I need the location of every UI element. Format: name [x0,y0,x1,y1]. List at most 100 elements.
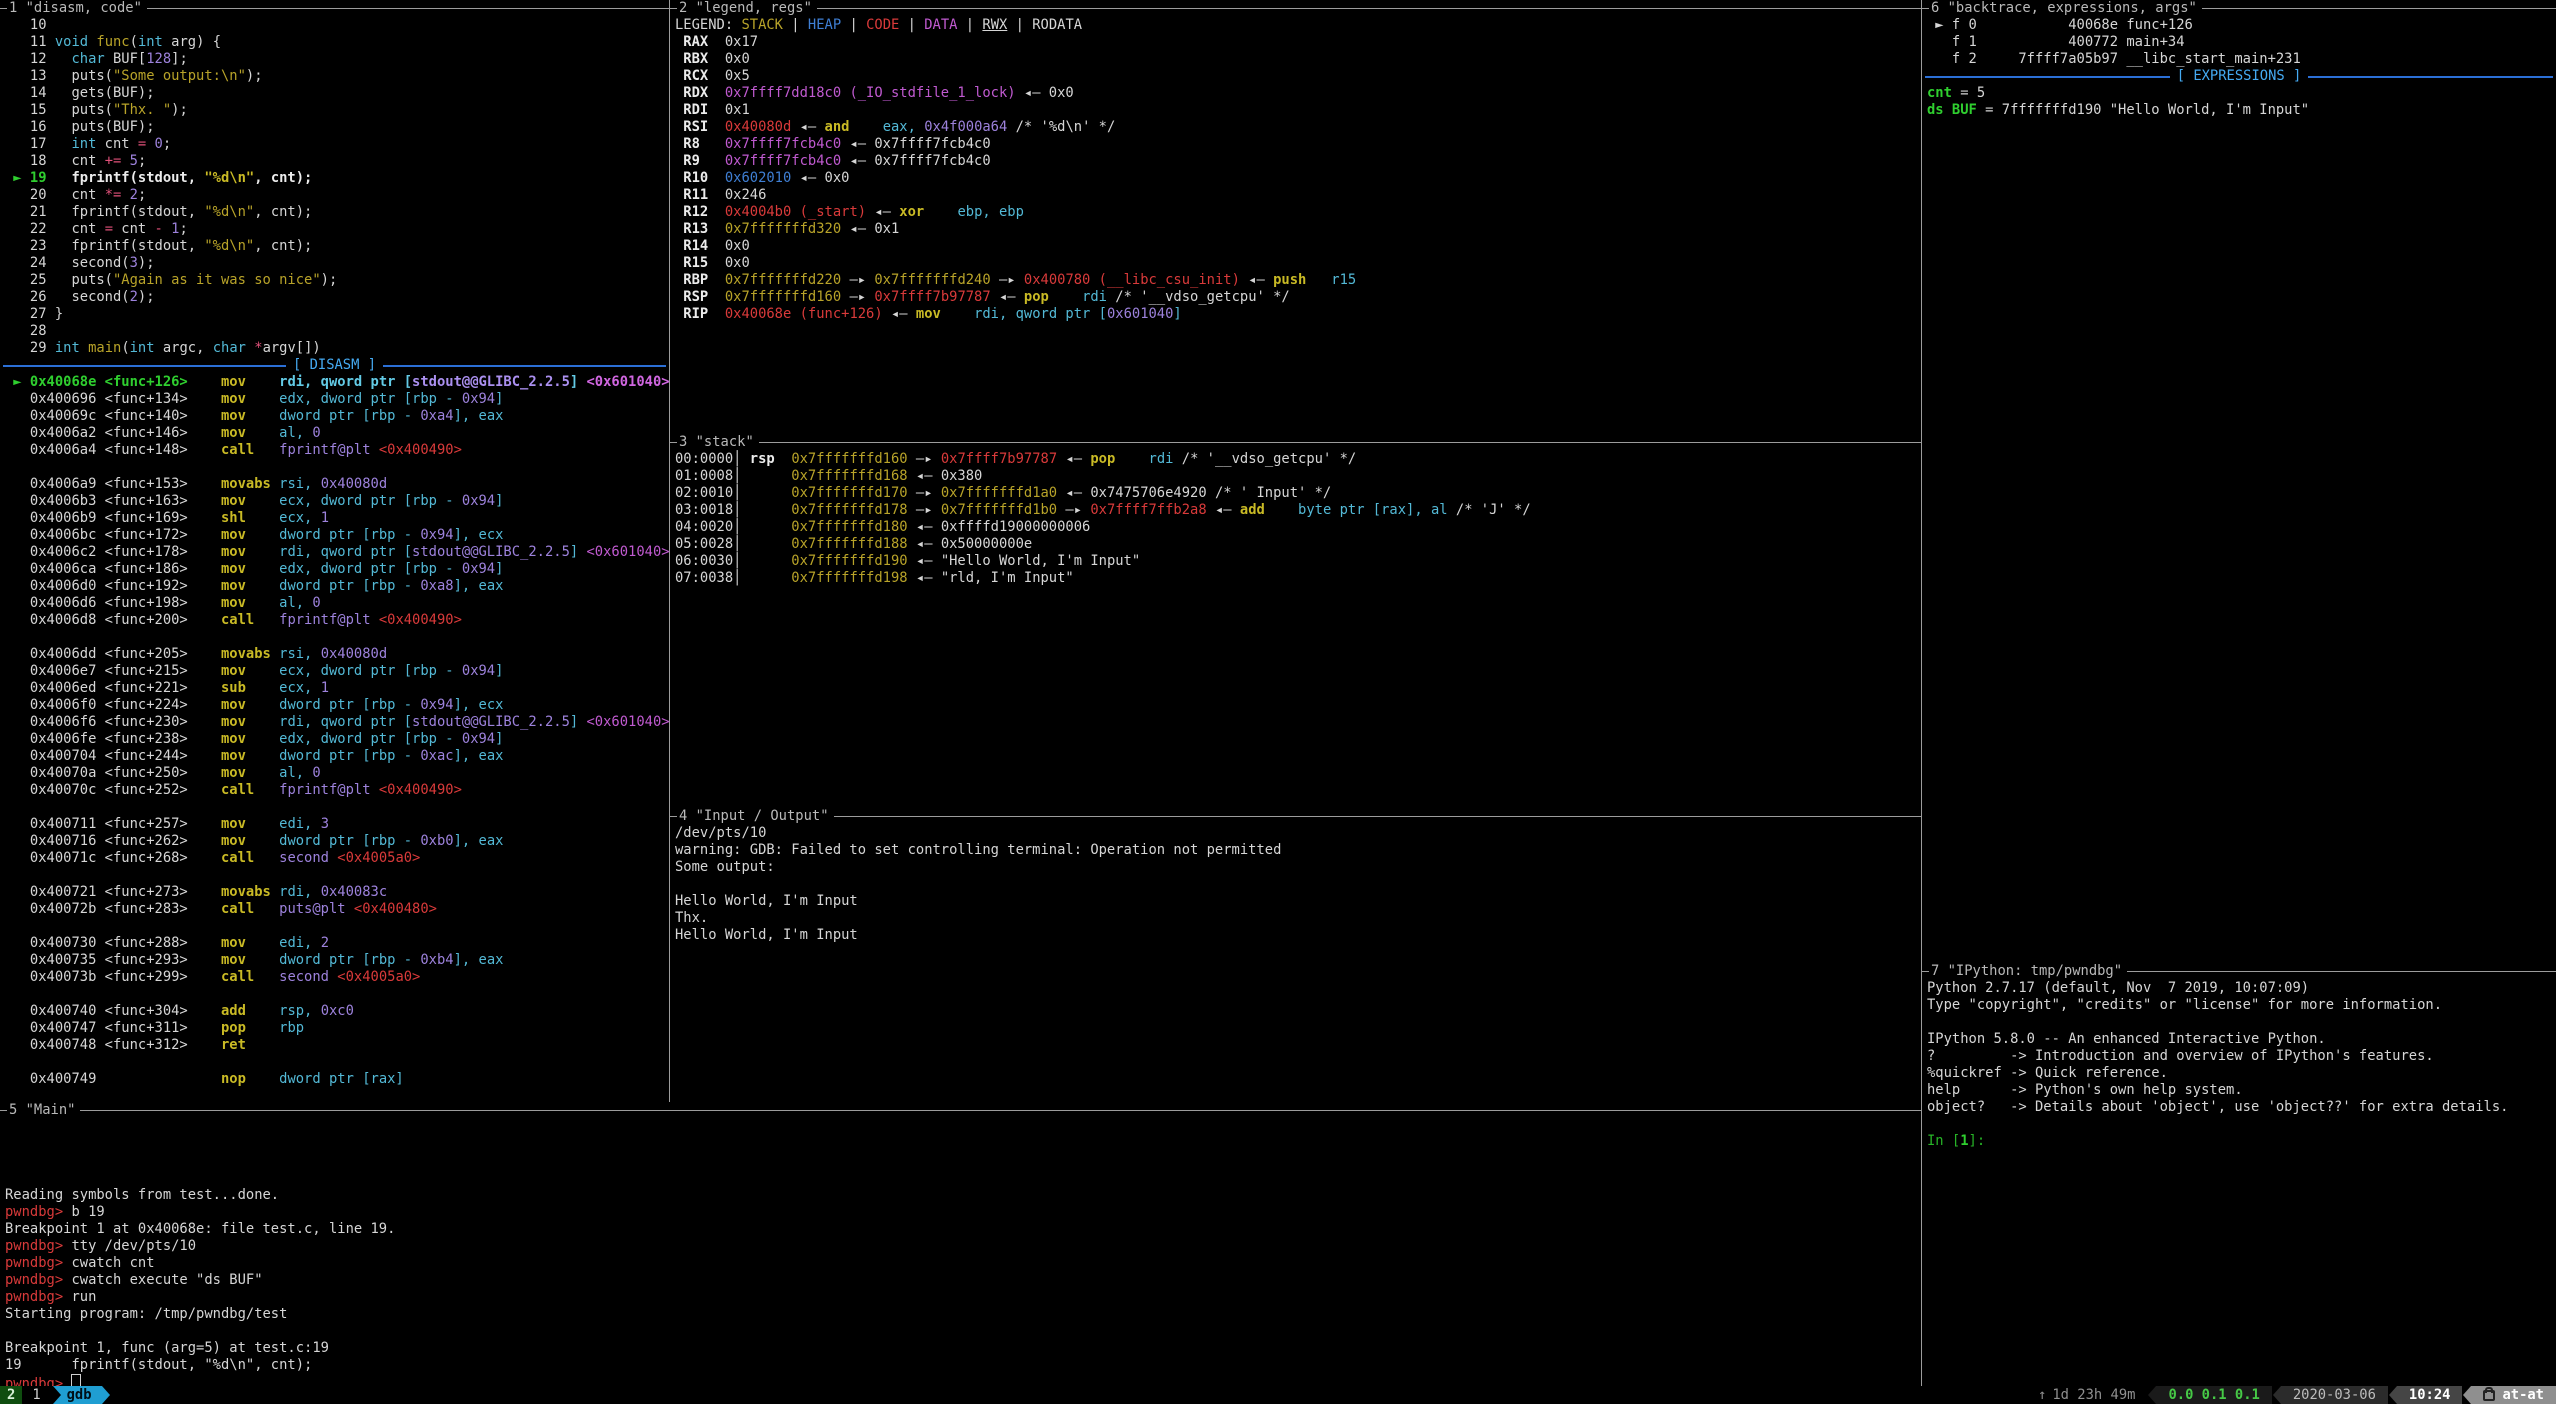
terminal-line: 0x4006b3 <func+163> mov ecx, dword ptr [… [5,493,669,510]
terminal-line: help -> Python's own help system. [1927,1082,2556,1099]
window-index[interactable]: 1 [22,1386,44,1404]
terminal-line [1927,1014,2556,1031]
terminal-line: R13 0x7fffffffd320 ◂— 0x1 [675,221,1921,238]
terminal-line [5,1170,1921,1187]
terminal-line [5,1153,1921,1170]
terminal-line: Reading symbols from test...done. [5,1187,1921,1204]
terminal-line: 05:0028│ 0x7fffffffd188 ◂— 0x50000000e [675,536,1921,553]
terminal-line: 0x4006bc <func+172> mov dword ptr [rbp -… [5,527,669,544]
terminal-line: 0x400735 <func+293> mov dword ptr [rbp -… [5,952,669,969]
terminal-line: RBP 0x7fffffffd220 —▸ 0x7fffffffd240 —▸ … [675,272,1921,289]
terminal-line: ds BUF = 7fffffffd190 "Hello World, I'm … [1927,102,2556,119]
expressions-section-label: [ EXPRESSIONS ] [2170,68,2309,85]
ipython-console: Python 2.7.17 (default, Nov 7 2019, 10:0… [1922,980,2556,1150]
terminal-line: warning: GDB: Failed to set controlling … [675,842,1921,859]
terminal-line [675,876,1921,893]
pane-title-label: 1 "disasm, code" [7,0,147,16]
hostname: at-at [2502,1386,2544,1404]
terminal-line: 01:0008│ 0x7fffffffd168 ◂— 0x380 [675,468,1921,485]
terminal-line: f 1 400772 main+34 [1927,34,2556,51]
pane-title-disasm-code: 1 "disasm, code" [0,0,669,17]
up-arrow-icon: ↑ [2038,1386,2046,1404]
terminal-line: 0x4006f0 <func+224> mov dword ptr [rbp -… [5,697,669,714]
backtrace-frames: ► f 0 40068e func+126 f 1 400772 main+34… [1922,17,2556,68]
terminal-line: 0x400711 <func+257> mov edi, 3 [5,816,669,833]
terminal-line: In [1]: [1927,1133,2556,1150]
terminal-line [5,1054,669,1071]
terminal-line: R9 0x7ffff7fcb4c0 ◂— 0x7ffff7fcb4c0 [675,153,1921,170]
pane-title-label: 6 "backtrace, expressions, args" [1929,0,2202,16]
pane-input-output[interactable]: 4 "Input / Output" /dev/pts/10warning: G… [670,808,1921,1102]
pane-divider-right[interactable] [1921,0,1922,1386]
terminal-line: 0x4006a9 <func+153> movabs rsi, 0x40080d [5,476,669,493]
terminal-line [5,459,669,476]
terminal-line: 28 [5,323,669,340]
pane-divider-left[interactable] [669,0,670,1102]
terminal-line: 12 char BUF[128]; [5,51,669,68]
terminal-line: 0x40069c <func+140> mov dword ptr [rbp -… [5,408,669,425]
terminal-line: 10 [5,17,669,34]
terminal-line: pwndbg> tty /dev/pts/10 [5,1238,1921,1255]
terminal-line: 11 void func(int arg) { [5,34,669,51]
pane-backtrace-expressions[interactable]: 6 "backtrace, expressions, args" ► f 0 4… [1922,0,2556,963]
terminal-line: 03:0018│ 0x7fffffffd178 —▸ 0x7fffffffd1b… [675,502,1921,519]
terminal-line: 0x4006ed <func+221> sub ecx, 1 [5,680,669,697]
terminal-line: 0x400696 <func+134> mov edx, dword ptr [… [5,391,669,408]
terminal-line: 0x40071c <func+268> call second <0x4005a… [5,850,669,867]
terminal-line: RDX 0x7ffff7dd18c0 (_IO_stdfile_1_lock) … [675,85,1921,102]
uptime-segment: ↑ 1d 23h 49m [2026,1386,2147,1404]
lock-icon [2483,1390,2495,1401]
session-badge[interactable]: 2 [0,1386,22,1404]
terminal-line: RBX 0x0 [675,51,1921,68]
terminal-line [5,867,669,884]
terminal-line [5,1323,1921,1340]
terminal-line: LEGEND: STACK | HEAP | CODE | DATA | RWX… [675,17,1921,34]
pane-title-stack: 3 "stack" [670,434,1921,451]
terminal-line [5,1136,1921,1153]
terminal-line: 16 puts(BUF); [5,119,669,136]
terminal-line: 0x40070c <func+252> call fprintf@plt <0x… [5,782,669,799]
terminal-line: R15 0x0 [675,255,1921,272]
watch-expressions: cnt = 5ds BUF = 7fffffffd190 "Hello Worl… [1922,85,2556,119]
terminal-line: RAX 0x17 [675,34,1921,51]
terminal-line: 0x4006d6 <func+198> mov al, 0 [5,595,669,612]
pane-disasm-code[interactable]: 1 "disasm, code" 10 11 void func(int arg… [0,0,669,1102]
pane-main-gdb-console[interactable]: 5 "Main" Reading symbols from test...don… [0,1102,1921,1386]
active-window-tab[interactable]: gdb [53,1386,102,1404]
terminal-line: RCX 0x5 [675,68,1921,85]
terminal-line: 0x40072b <func+283> call puts@plt <0x400… [5,901,669,918]
terminal-line: 0x4006dd <func+205> movabs rsi, 0x40080d [5,646,669,663]
terminal-line: pwndbg> b 19 [5,1204,1921,1221]
pane-title-legend-regs: 2 "legend, regs" [670,0,1921,17]
tmux-terminal: 1 "disasm, code" 10 11 void func(int arg… [0,0,2556,1404]
terminal-line: 0x400748 <func+312> ret [5,1037,669,1054]
terminal-line: R14 0x0 [675,238,1921,255]
terminal-line: pwndbg> run [5,1289,1921,1306]
load-average: 0.0 0.1 0.1 [2156,1386,2271,1404]
terminal-line [5,918,669,935]
terminal-line: 26 second(2); [5,289,669,306]
terminal-line: cnt = 5 [1927,85,2556,102]
terminal-line: 0x4006a2 <func+146> mov al, 0 [5,425,669,442]
terminal-line: R12 0x4004b0 (_start) ◂— xor ebp, ebp [675,204,1921,221]
terminal-line: 0x4006fe <func+238> mov edx, dword ptr [… [5,731,669,748]
pane-ipython[interactable]: 7 "IPython: tmp/pwndbg" Python 2.7.17 (d… [1922,963,2556,1386]
status-right: ↑ 1d 23h 49m 0.0 0.1 0.1 2020-03-06 10:2… [2017,1386,2556,1404]
terminal-line: ► 19 fprintf(stdout, "%d\n", cnt); [5,170,669,187]
terminal-line: pwndbg> [5,1374,1921,1386]
terminal-line: ► f 0 40068e func+126 [1927,17,2556,34]
terminal-line: ► 0x40068e <func+126> mov rdi, qword ptr… [5,374,669,391]
terminal-line: R8 0x7ffff7fcb4c0 ◂— 0x7ffff7fcb4c0 [675,136,1921,153]
terminal-line [5,629,669,646]
uptime-value: 1d 23h 49m [2052,1386,2135,1404]
terminal-line: 14 gets(BUF); [5,85,669,102]
terminal-line: 0x4006f6 <func+230> mov rdi, qword ptr [… [5,714,669,731]
status-left: 2 1 gdb [0,1386,102,1404]
pane-title-main: 5 "Main" [0,1102,1921,1119]
pane-legend-regs[interactable]: 2 "legend, regs" LEGEND: STACK | HEAP | … [670,0,1921,434]
pane-stack[interactable]: 3 "stack" 00:0000│ rsp 0x7fffffffd160 —▸… [670,434,1921,808]
terminal-line: R10 0x602010 ◂— 0x0 [675,170,1921,187]
terminal-line: 29 int main(int argc, char *argv[]) [5,340,669,357]
terminal-line: 0x4006b9 <func+169> shl ecx, 1 [5,510,669,527]
terminal-line: 0x400730 <func+288> mov edi, 2 [5,935,669,952]
